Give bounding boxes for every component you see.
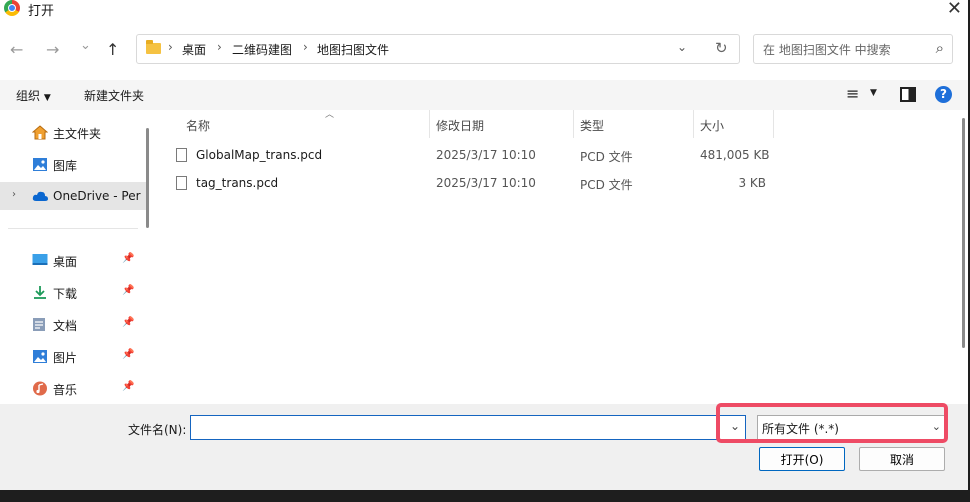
folder-icon <box>146 40 161 54</box>
file-name: GlobalMap_trans.pcd <box>196 148 323 162</box>
column-header-date[interactable]: 修改日期 <box>430 110 574 138</box>
close-icon[interactable]: ✕ <box>947 0 962 19</box>
column-header-size[interactable]: 大小 <box>694 110 774 138</box>
pin-icon[interactable]: 📌 <box>122 285 134 296</box>
column-label: 修改日期 <box>436 119 485 133</box>
sort-ascending-icon: ︿ <box>325 110 335 120</box>
search-icon[interactable]: ⌕ <box>936 39 944 57</box>
sidebar-item-desktop[interactable]: 桌面 📌 <box>0 246 146 274</box>
caret-down-icon: ▼ <box>43 93 51 103</box>
organize-button[interactable]: 组织 ▼ <box>16 87 51 104</box>
desktop-icon <box>32 253 48 267</box>
column-label: 名称 <box>186 119 211 133</box>
music-icon <box>32 381 47 396</box>
chevron-down-icon[interactable]: ⌄ <box>677 40 687 54</box>
breadcrumb-map-scan-files[interactable]: 地图扫图文件 <box>317 41 389 58</box>
recent-locations-icon[interactable]: ⌄ <box>80 38 91 53</box>
help-icon[interactable]: ? <box>935 86 952 103</box>
sidebar-item-label: 文档 <box>53 319 78 333</box>
file-size: 481,005 KB <box>700 148 770 162</box>
documents-icon <box>32 317 47 331</box>
forward-icon[interactable]: → <box>46 40 59 59</box>
file-type: PCD 文件 <box>580 178 633 192</box>
filename-input[interactable] <box>190 415 746 440</box>
file-icon <box>176 176 187 190</box>
organize-label: 组织 <box>16 89 41 103</box>
scrollbar[interactable] <box>962 118 965 348</box>
window-title: 打开 <box>28 4 55 19</box>
sidebar-item-label: 下载 <box>53 287 78 301</box>
column-label: 类型 <box>580 119 605 133</box>
chevron-right-icon: › <box>217 40 222 54</box>
open-button[interactable]: 打开(O) <box>759 447 845 471</box>
sidebar-item-onedrive[interactable]: › OneDrive - Per <box>0 182 146 210</box>
table-row[interactable]: GlobalMap_trans.pcd 2025/3/17 10:10 PCD … <box>172 144 792 168</box>
toolbar: 组织 ▼ 新建文件夹 ≡ ▼ ? <box>0 80 968 110</box>
sidebar-item-label: OneDrive - Per <box>53 189 141 203</box>
chrome-icon <box>4 0 20 16</box>
sidebar-item-label: 桌面 <box>53 255 78 269</box>
open-dialog: 打开 ✕ ← → ⌄ ↑ › 桌面 › 二维码建图 › 地图扫图文件 ⌄ ↻ 在… <box>0 0 968 490</box>
back-icon[interactable]: ← <box>10 40 23 59</box>
cancel-button[interactable]: 取消 <box>859 447 945 471</box>
navigation-bar: ← → ⌄ ↑ › 桌面 › 二维码建图 › 地图扫图文件 ⌄ ↻ 在 地图扫图… <box>0 28 968 72</box>
pin-icon[interactable]: 📌 <box>122 381 134 392</box>
title-bar: 打开 ✕ <box>0 0 968 20</box>
new-folder-button[interactable]: 新建文件夹 <box>84 87 144 104</box>
filename-label: 文件名(N): <box>128 423 187 437</box>
file-list: 名称 ︿ 修改日期 类型 大小 GlobalMap_trans.pcd 2025… <box>156 110 968 404</box>
breadcrumb-desktop[interactable]: 桌面 <box>182 41 206 58</box>
file-type: PCD 文件 <box>580 150 633 164</box>
caret-down-icon[interactable]: ▼ <box>870 88 877 98</box>
file-size: 3 KB <box>738 176 766 190</box>
pictures-icon <box>32 349 47 363</box>
download-icon <box>32 285 47 299</box>
scrollbar[interactable] <box>146 128 149 228</box>
cloud-icon <box>32 189 48 203</box>
column-header-name[interactable]: 名称 ︿ <box>180 110 430 138</box>
pin-icon[interactable]: 📌 <box>122 317 134 328</box>
sidebar-item-label: 图库 <box>53 159 78 173</box>
file-name: tag_trans.pcd <box>196 176 279 190</box>
file-date: 2025/3/17 10:10 <box>436 176 536 190</box>
navigation-pane: 主文件夹 图库 › OneDrive - Per 桌面 📌 下载 📌 文档 📌 … <box>0 110 149 404</box>
table-row[interactable]: tag_trans.pcd 2025/3/17 10:10 PCD 文件 3 K… <box>172 172 792 196</box>
sidebar-item-gallery[interactable]: 图库 <box>0 150 146 178</box>
sidebar-item-music[interactable]: 音乐 📌 <box>0 374 146 402</box>
sidebar-item-home[interactable]: 主文件夹 <box>0 118 146 146</box>
column-header-type[interactable]: 类型 <box>574 110 694 138</box>
pin-icon[interactable]: 📌 <box>122 349 134 360</box>
address-bar[interactable]: › 桌面 › 二维码建图 › 地图扫图文件 ⌄ ↻ <box>136 34 740 64</box>
breadcrumb-qr-mapping[interactable]: 二维码建图 <box>232 41 292 58</box>
home-icon <box>31 125 49 140</box>
refresh-icon[interactable]: ↻ <box>715 39 728 57</box>
chevron-right-icon: › <box>168 40 173 54</box>
chevron-right-icon: › <box>303 40 308 54</box>
search-input[interactable]: 在 地图扫图文件 中搜索 <box>763 41 891 58</box>
view-list-icon[interactable]: ≡ <box>846 84 859 103</box>
sidebar-item-downloads[interactable]: 下载 📌 <box>0 278 146 306</box>
gallery-icon <box>32 157 47 171</box>
divider <box>8 228 138 229</box>
sidebar-item-documents[interactable]: 文档 📌 <box>0 310 146 338</box>
sidebar-item-pictures[interactable]: 图片 📌 <box>0 342 146 370</box>
sidebar-item-label: 主文件夹 <box>53 127 102 141</box>
highlight-annotation <box>716 403 948 443</box>
sidebar-item-label: 图片 <box>53 351 78 365</box>
sidebar-item-label: 音乐 <box>53 383 78 397</box>
preview-pane-icon[interactable] <box>900 87 916 102</box>
column-label: 大小 <box>700 119 725 133</box>
chevron-right-icon[interactable]: › <box>12 189 16 200</box>
search-box[interactable]: 在 地图扫图文件 中搜索 ⌕ <box>753 34 953 64</box>
file-date: 2025/3/17 10:10 <box>436 148 536 162</box>
pin-icon[interactable]: 📌 <box>122 253 134 264</box>
file-icon <box>176 148 187 162</box>
up-icon[interactable]: ↑ <box>106 40 119 59</box>
